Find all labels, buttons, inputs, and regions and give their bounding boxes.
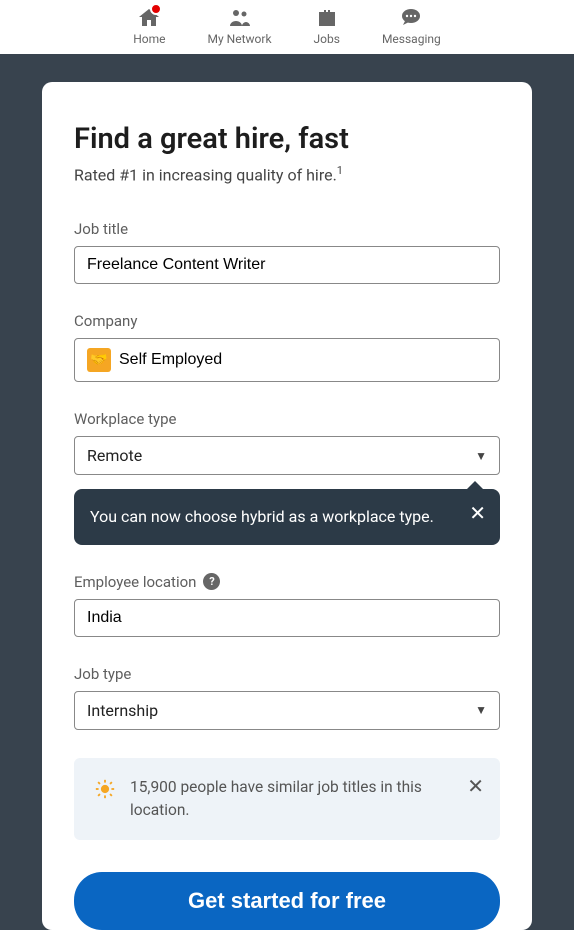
job-post-card: Find a great hire, fast Rated #1 in incr… — [42, 82, 532, 930]
field-company: Company 🤝 — [74, 312, 500, 382]
job-title-input[interactable] — [87, 256, 487, 274]
messaging-icon — [399, 6, 423, 30]
nav-home-label: Home — [133, 32, 165, 46]
card-heading: Find a great hire, fast — [74, 122, 500, 156]
info-banner-text: 15,900 people have similar job titles in… — [130, 776, 452, 823]
location-input-box[interactable] — [74, 599, 500, 637]
nav-network-label: My Network — [208, 32, 272, 46]
handshake-icon: 🤝 — [87, 348, 111, 372]
company-input[interactable] — [119, 351, 487, 369]
workplace-select[interactable]: Remote ▼ — [74, 436, 500, 475]
workplace-value: Remote — [87, 446, 142, 465]
get-started-button[interactable]: Get started for free — [74, 872, 500, 930]
field-employee-location: Employee location ? — [74, 573, 500, 637]
workplace-tooltip: You can now choose hybrid as a workplace… — [74, 489, 500, 544]
job-type-value: Internship — [87, 701, 158, 720]
nav-home[interactable]: Home — [133, 6, 165, 46]
lightbulb-icon — [94, 778, 116, 800]
nav-messaging-label: Messaging — [382, 32, 441, 46]
tooltip-text: You can now choose hybrid as a workplace… — [90, 507, 434, 526]
nav-jobs[interactable]: Jobs — [314, 6, 340, 46]
workplace-label: Workplace type — [74, 410, 500, 428]
nav-messaging[interactable]: Messaging — [382, 6, 441, 46]
location-label: Employee location ? — [74, 573, 500, 591]
help-icon[interactable]: ? — [203, 573, 220, 590]
job-title-label: Job title — [74, 220, 500, 238]
nav-network[interactable]: My Network — [208, 6, 272, 46]
tooltip-close-button[interactable]: ✕ — [469, 503, 486, 523]
workplace-tooltip-container: You can now choose hybrid as a workplace… — [74, 489, 500, 544]
notification-badge — [150, 3, 162, 15]
job-type-label: Job type — [74, 665, 500, 683]
nav-jobs-label: Jobs — [314, 32, 340, 46]
info-banner-close-button[interactable]: ✕ — [467, 774, 484, 798]
chevron-down-icon: ▼ — [475, 449, 487, 463]
company-input-box[interactable]: 🤝 — [74, 338, 500, 382]
jobs-icon — [315, 6, 339, 30]
field-workplace-type: Workplace type Remote ▼ — [74, 410, 500, 475]
field-job-type: Job type Internship ▼ — [74, 665, 500, 730]
location-input[interactable] — [87, 609, 487, 627]
job-title-input-box[interactable] — [74, 246, 500, 284]
card-subtitle: Rated #1 in increasing quality of hire.1 — [74, 164, 500, 184]
field-job-title: Job title — [74, 220, 500, 284]
chevron-down-icon: ▼ — [475, 703, 487, 717]
top-nav: Home My Network Jobs Messaging — [0, 0, 574, 54]
company-label: Company — [74, 312, 500, 330]
network-icon — [228, 6, 252, 30]
info-banner: 15,900 people have similar job titles in… — [74, 758, 500, 841]
page-background: Find a great hire, fast Rated #1 in incr… — [0, 54, 574, 930]
job-type-select[interactable]: Internship ▼ — [74, 691, 500, 730]
